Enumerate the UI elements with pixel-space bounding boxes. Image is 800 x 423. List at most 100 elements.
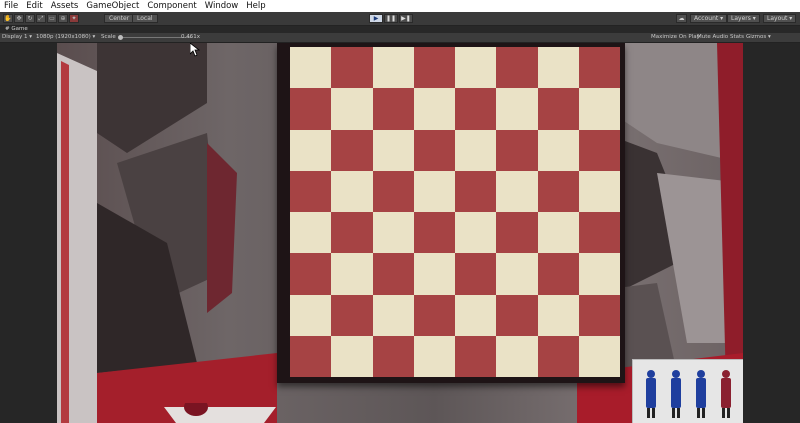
rotate-icon: ↻ [27, 15, 33, 22]
board-square[interactable] [496, 253, 538, 295]
board-square[interactable] [537, 170, 579, 212]
board-square[interactable] [331, 294, 373, 336]
board-square[interactable] [578, 129, 620, 171]
board-square[interactable] [578, 170, 620, 212]
board-square[interactable] [413, 88, 455, 130]
board-square[interactable] [372, 170, 414, 212]
board-square[interactable] [331, 88, 373, 130]
custom-tool-button[interactable]: ✦ [69, 14, 79, 23]
board-square[interactable] [413, 294, 455, 336]
board-square[interactable] [496, 170, 538, 212]
menu-component[interactable]: Component [143, 0, 200, 12]
board-square[interactable] [372, 335, 414, 377]
board-square[interactable] [290, 294, 332, 336]
board-square[interactable] [290, 212, 332, 254]
board-square[interactable] [496, 212, 538, 254]
board-square[interactable] [372, 294, 414, 336]
rect-tool-button[interactable]: ▭ [47, 14, 57, 23]
board-square[interactable] [455, 129, 497, 171]
game-viewport[interactable] [0, 43, 800, 423]
board-square[interactable] [372, 88, 414, 130]
tab-game[interactable]: # Game [2, 26, 31, 33]
board-square[interactable] [413, 47, 455, 89]
board-square[interactable] [496, 88, 538, 130]
board-square[interactable] [578, 294, 620, 336]
chessboard[interactable] [290, 47, 620, 377]
board-square[interactable] [331, 170, 373, 212]
board-square[interactable] [537, 253, 579, 295]
board-square[interactable] [290, 129, 332, 171]
board-square[interactable] [331, 253, 373, 295]
account-dropdown[interactable]: Account ▾ [690, 14, 728, 23]
board-square[interactable] [537, 47, 579, 89]
board-square[interactable] [537, 335, 579, 377]
rotate-tool-button[interactable]: ↻ [25, 14, 35, 23]
board-square[interactable] [496, 294, 538, 336]
cloud-button[interactable]: ☁ [676, 14, 687, 23]
board-square[interactable] [455, 47, 497, 89]
tray-pieces [646, 370, 731, 418]
board-square[interactable] [496, 335, 538, 377]
pivot-local-toggle[interactable]: Local [132, 14, 158, 23]
board-square[interactable] [537, 212, 579, 254]
board-square[interactable] [537, 129, 579, 171]
board-square[interactable] [290, 170, 332, 212]
maximize-on-play-toggle[interactable]: Maximize On Play [651, 33, 700, 42]
menu-edit[interactable]: Edit [22, 0, 46, 12]
board-square[interactable] [455, 253, 497, 295]
resolution-dropdown[interactable]: 1080p (1920x1080) ▾ [36, 33, 95, 42]
board-square[interactable] [578, 253, 620, 295]
board-square[interactable] [331, 129, 373, 171]
board-square[interactable] [290, 47, 332, 89]
board-square[interactable] [290, 335, 332, 377]
board-square[interactable] [331, 47, 373, 89]
play-button[interactable]: ▶ [369, 14, 383, 23]
scale-tool-button[interactable]: ⤢ [36, 14, 46, 23]
menu-help[interactable]: Help [242, 0, 269, 12]
display-dropdown[interactable]: Display 1 ▾ [2, 33, 32, 42]
board-square[interactable] [496, 47, 538, 89]
board-square[interactable] [455, 88, 497, 130]
board-square[interactable] [578, 47, 620, 89]
board-square[interactable] [372, 47, 414, 89]
transform-tool-button[interactable]: ⊕ [58, 14, 68, 23]
board-square[interactable] [372, 253, 414, 295]
board-square[interactable] [455, 212, 497, 254]
layout-dropdown[interactable]: Layout ▾ [763, 14, 797, 23]
board-square[interactable] [578, 335, 620, 377]
board-square[interactable] [413, 253, 455, 295]
board-square[interactable] [537, 88, 579, 130]
custom-tool-icon: ✦ [71, 15, 77, 22]
pause-button[interactable]: ❚❚ [384, 14, 398, 23]
gizmos-dropdown[interactable]: Gizmos ▾ [746, 33, 771, 42]
layers-dropdown[interactable]: Layers ▾ [727, 14, 760, 23]
board-square[interactable] [413, 335, 455, 377]
board-square[interactable] [372, 129, 414, 171]
board-square[interactable] [372, 212, 414, 254]
step-button[interactable]: ▶❚ [399, 14, 413, 23]
move-tool-button[interactable]: ✥ [14, 14, 24, 23]
board-square[interactable] [413, 129, 455, 171]
menu-file[interactable]: File [0, 0, 22, 12]
board-square[interactable] [290, 88, 332, 130]
hand-tool-button[interactable]: ✋ [3, 14, 13, 23]
board-square[interactable] [578, 88, 620, 130]
board-square[interactable] [496, 129, 538, 171]
board-square[interactable] [331, 212, 373, 254]
board-square[interactable] [537, 294, 579, 336]
board-square[interactable] [455, 335, 497, 377]
board-square[interactable] [455, 294, 497, 336]
pivot-center-toggle[interactable]: Center [104, 14, 135, 23]
board-square[interactable] [578, 212, 620, 254]
board-square[interactable] [290, 253, 332, 295]
board-square[interactable] [331, 335, 373, 377]
stats-toggle[interactable]: Stats [730, 33, 744, 42]
board-square[interactable] [413, 212, 455, 254]
scale-slider-handle[interactable] [118, 35, 123, 40]
board-square[interactable] [455, 170, 497, 212]
menu-gameobject[interactable]: GameObject [82, 0, 143, 12]
board-square[interactable] [413, 170, 455, 212]
menu-window[interactable]: Window [201, 0, 243, 12]
menu-assets[interactable]: Assets [47, 0, 83, 12]
mute-audio-toggle[interactable]: Mute Audio [697, 33, 728, 42]
